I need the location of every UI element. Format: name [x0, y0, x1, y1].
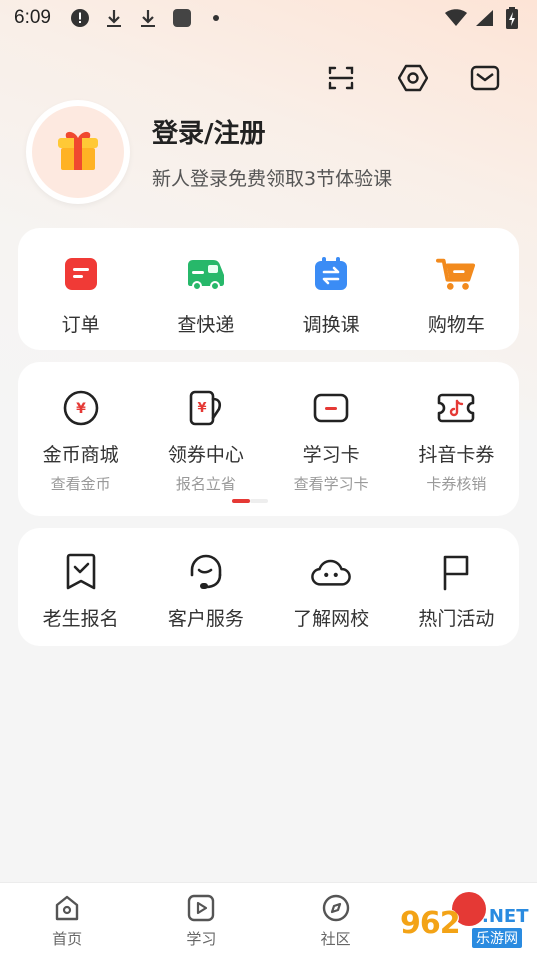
svg-text:¥: ¥: [197, 401, 206, 416]
scan-icon[interactable]: [325, 62, 357, 94]
bookmark-check-icon: [61, 552, 101, 592]
page-indicator-inactive: [250, 499, 268, 503]
services-card: ¥ 金币商城 查看金币 ¥ 领券中心 报名立省 学习卡 查看学习卡 抖音卡券 卡…: [18, 362, 519, 516]
more-returning-enroll[interactable]: 老生报名: [18, 528, 143, 646]
settings-icon[interactable]: [397, 62, 429, 94]
headset-icon: [186, 552, 226, 592]
app-notification-icon: [171, 7, 193, 29]
more-hot-events[interactable]: 热门活动: [394, 528, 519, 646]
quick-action-label: 订单: [61, 314, 100, 336]
quick-action-label: 购物车: [427, 314, 485, 336]
login-promo-text: 新人登录免费领取3节体验课: [152, 168, 393, 190]
more-label: 老生报名: [42, 608, 119, 630]
service-sub: 卡券核销: [426, 475, 487, 493]
watermark-sub: 乐游网: [472, 928, 522, 948]
tiktok-ticket-icon: [436, 388, 476, 428]
service-label: 抖音卡券: [418, 444, 495, 466]
battery-icon: [501, 7, 523, 29]
service-sub: 查看金币: [50, 475, 111, 493]
quick-actions-card: 订单 查快递 调换课 购物车: [18, 228, 519, 350]
more-dot-icon: [205, 7, 227, 29]
svg-text:¥: ¥: [76, 401, 86, 417]
service-coin-mall[interactable]: ¥ 金币商城 查看金币: [18, 362, 143, 516]
header-actions: [325, 62, 501, 94]
page-indicator-active: [232, 499, 250, 503]
more-card: 老生报名 客户服务 了解网校 热门活动: [18, 528, 519, 646]
watermark-text: 962: [400, 906, 461, 941]
cart-icon: [436, 254, 476, 294]
service-label: 金币商城: [42, 444, 119, 466]
order-icon: [61, 254, 101, 294]
more-label: 热门活动: [418, 608, 495, 630]
nav-community[interactable]: 社区: [269, 883, 403, 956]
home-icon: [51, 892, 83, 924]
more-label: 了解网校: [293, 608, 370, 630]
nav-label: 学习: [186, 930, 217, 948]
quick-action-express[interactable]: 查快递: [143, 228, 268, 350]
more-about-school[interactable]: 了解网校: [269, 528, 394, 646]
quick-action-label: 查快递: [177, 314, 235, 336]
message-icon[interactable]: [469, 62, 501, 94]
flag-icon: [436, 552, 476, 592]
alert-icon: [69, 7, 91, 29]
nav-label: 首页: [52, 930, 83, 948]
quick-action-exchange[interactable]: 调换课: [269, 228, 394, 350]
quick-action-label: 调换课: [302, 314, 360, 336]
quick-action-order[interactable]: 订单: [18, 228, 143, 350]
wifi-icon: [445, 7, 467, 29]
service-tiktok-coupon[interactable]: 抖音卡券 卡券核销: [394, 362, 519, 516]
watermark-net: .NET: [482, 906, 529, 927]
services-page-indicator: [232, 499, 268, 503]
watermark-logo: 962 .NET 乐游网: [400, 892, 534, 952]
play-icon: [185, 892, 217, 924]
signal-icon: [473, 7, 495, 29]
service-sub: 报名立省: [175, 475, 236, 493]
exchange-icon: [311, 254, 351, 294]
service-coupon-center[interactable]: ¥ 领券中心 报名立省: [143, 362, 268, 516]
nav-study[interactable]: 学习: [134, 883, 268, 956]
cloud-face-icon: [311, 552, 351, 592]
gift-icon: [52, 124, 104, 180]
card-icon: [311, 388, 351, 428]
truck-icon: [186, 254, 226, 294]
nav-home[interactable]: 首页: [0, 883, 134, 956]
download-icon: [103, 7, 125, 29]
more-customer-service[interactable]: 客户服务: [143, 528, 268, 646]
status-bar: 6:09: [0, 0, 537, 36]
avatar[interactable]: [26, 100, 130, 204]
coin-icon: ¥: [61, 388, 101, 428]
status-time: 6:09: [14, 7, 51, 28]
download-icon: [137, 7, 159, 29]
coupon-icon: ¥: [186, 388, 226, 428]
service-label: 领券中心: [167, 444, 244, 466]
service-sub: 查看学习卡: [293, 475, 369, 493]
service-label: 学习卡: [302, 444, 360, 466]
service-study-card[interactable]: 学习卡 查看学习卡: [269, 362, 394, 516]
more-label: 客户服务: [167, 608, 244, 630]
quick-action-cart[interactable]: 购物车: [394, 228, 519, 350]
nav-label: 社区: [320, 930, 351, 948]
profile-section[interactable]: 登录/注册 新人登录免费领取3节体验课: [26, 100, 392, 204]
login-register-link[interactable]: 登录/注册: [152, 113, 392, 150]
compass-icon: [320, 892, 352, 924]
